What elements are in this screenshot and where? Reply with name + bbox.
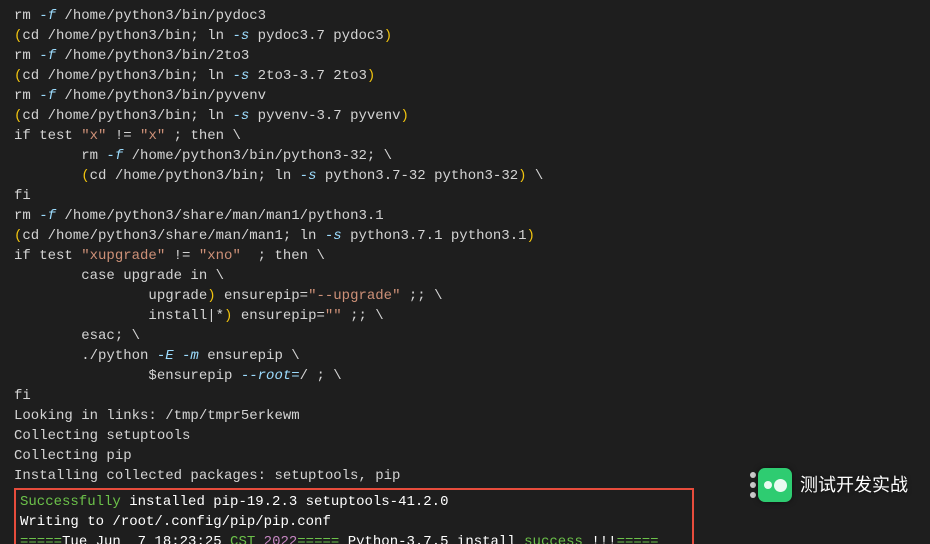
terminal-line: rm -f /home/python3/share/man/man1/pytho…: [14, 206, 920, 226]
terminal-line: rm -f /home/python3/bin/python3-32; \: [14, 146, 920, 166]
watermark-text: 测试开发实战: [800, 475, 908, 495]
terminal-line: fi: [14, 386, 920, 406]
terminal-line: $ensurepip --root=/ ; \: [14, 366, 920, 386]
terminal-line: case upgrade in \: [14, 266, 920, 286]
terminal-line: Collecting setuptools: [14, 426, 920, 446]
terminal-line: upgrade) ensurepip="--upgrade" ;; \: [14, 286, 920, 306]
terminal-line: (cd /home/python3/bin; ln -s 2to3-3.7 2t…: [14, 66, 920, 86]
terminal-line: esac; \: [14, 326, 920, 346]
terminal-line: rm -f /home/python3/bin/2to3: [14, 46, 920, 66]
terminal-line: rm -f /home/python3/bin/pyvenv: [14, 86, 920, 106]
terminal-line: Looking in links: /tmp/tmpr5erkewm: [14, 406, 920, 426]
terminal-line: (cd /home/python3/share/man/man1; ln -s …: [14, 226, 920, 246]
terminal-line: (cd /home/python3/bin; ln -s pydoc3.7 py…: [14, 26, 920, 46]
watermark-dots-icon: [750, 472, 756, 478]
terminal-line: fi: [14, 186, 920, 206]
terminal-line: rm -f /home/python3/bin/pydoc3: [14, 6, 920, 26]
terminal-output: rm -f /home/python3/bin/pydoc3(cd /home/…: [0, 0, 930, 544]
terminal-line: =====Tue Jun 7 18:23:25 CST 2022===== Py…: [20, 532, 688, 544]
terminal-line: (cd /home/python3/bin; ln -s pyvenv-3.7 …: [14, 106, 920, 126]
success-highlight-box: Successfully installed pip-19.2.3 setupt…: [14, 488, 694, 544]
wechat-icon: [758, 468, 792, 502]
watermark-badge: 测试开发实战: [758, 468, 908, 502]
terminal-line: (cd /home/python3/bin; ln -s python3.7-3…: [14, 166, 920, 186]
terminal-line: if test "xupgrade" != "xno" ; then \: [14, 246, 920, 266]
terminal-line: Writing to /root/.config/pip/pip.conf: [20, 512, 688, 532]
terminal-line: if test "x" != "x" ; then \: [14, 126, 920, 146]
terminal-line: ./python -E -m ensurepip \: [14, 346, 920, 366]
terminal-line: Successfully installed pip-19.2.3 setupt…: [20, 492, 688, 512]
terminal-line: Collecting pip: [14, 446, 920, 466]
terminal-line: install|*) ensurepip="" ;; \: [14, 306, 920, 326]
